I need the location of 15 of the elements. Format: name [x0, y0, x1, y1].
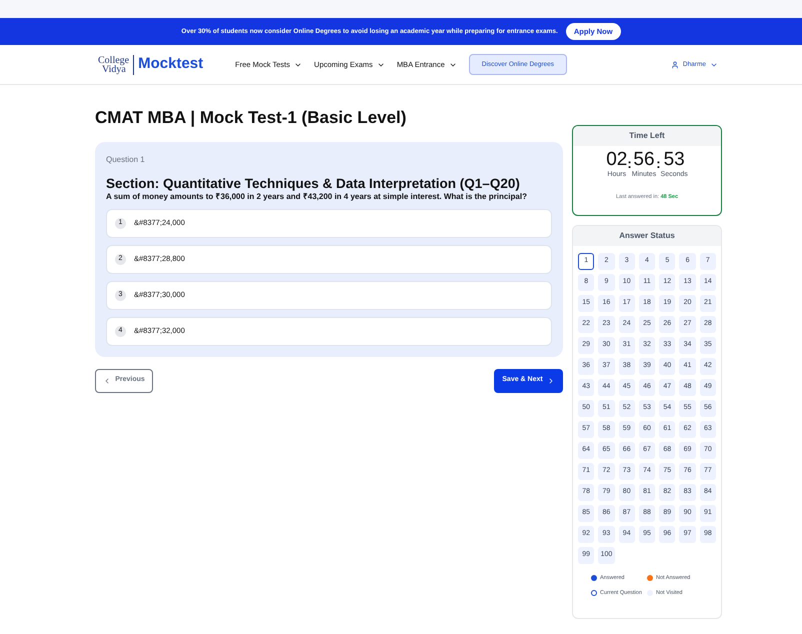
time-value: 02 [606, 150, 628, 170]
question-text: A sum of money amounts to ₹36,000 in 2 years and ₹43,200 in 4 years at simple interest. What is the principal? [106, 191, 528, 202]
user-icon [670, 60, 679, 68]
question-number: Question 1 [106, 154, 146, 166]
page-title: CMAT MBA | Mock Test-1 (Basic Level) [95, 107, 408, 129]
section-heading: Section: Quantitative Techniques & Data Interpretation (Q1–Q20) [106, 176, 521, 190]
logo-top-text: College [98, 56, 130, 64]
time-separator: : [656, 155, 661, 173]
time-value: 53 [664, 150, 685, 170]
time-separator: : [627, 155, 632, 173]
brand-name: Mocktest [138, 54, 204, 74]
logo-bottom-text: Vidya [102, 64, 126, 74]
answer-status-title: Answer Status [573, 226, 721, 246]
time-value: 56 [633, 150, 655, 170]
timer-title: Time Left [573, 126, 721, 146]
